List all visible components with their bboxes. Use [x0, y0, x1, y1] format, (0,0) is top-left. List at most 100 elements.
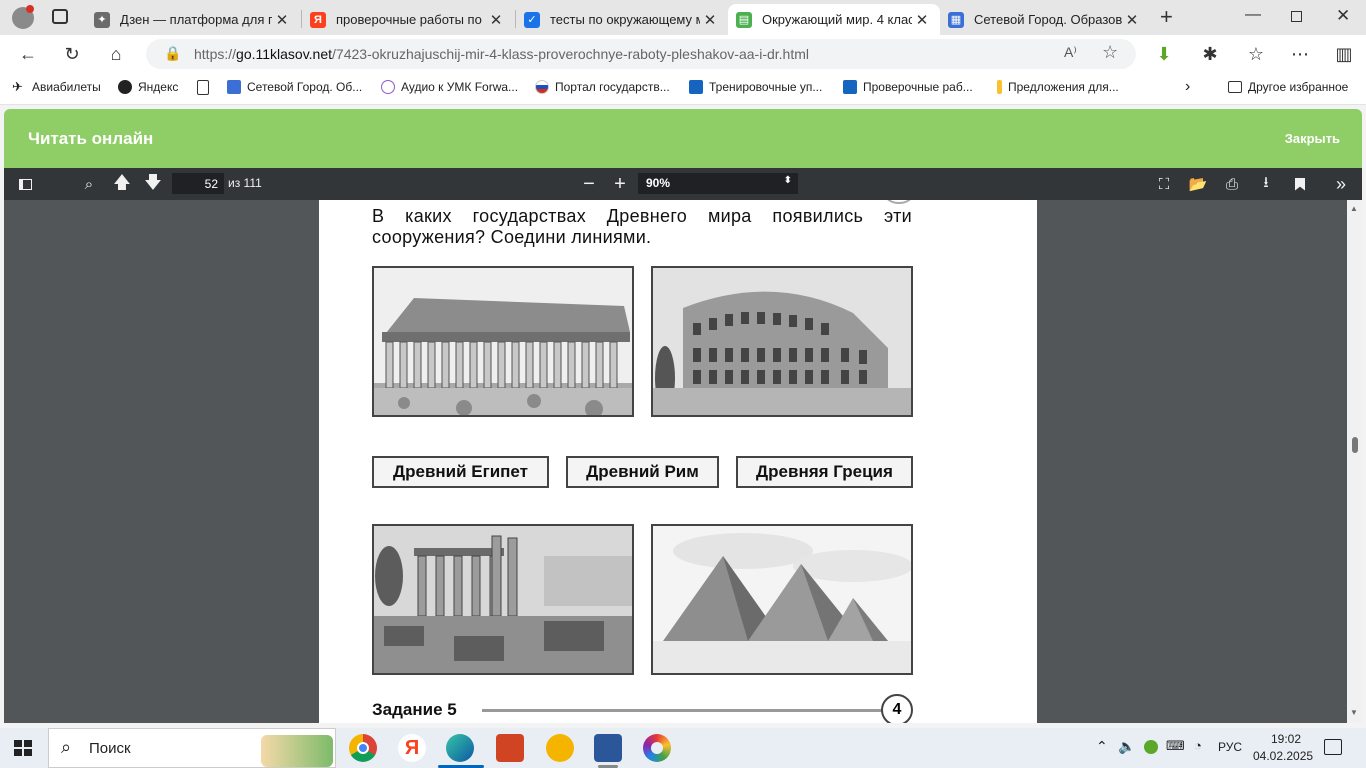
grid-icon: [227, 80, 241, 94]
search-icon[interactable]: ⌕: [78, 173, 100, 195]
bookmark-icon[interactable]: [1289, 173, 1311, 195]
clock-time[interactable]: 19:02: [1266, 732, 1306, 746]
next-page-icon[interactable]: 🡇: [142, 173, 164, 195]
favorite-other-folder[interactable]: Другое избранное: [1228, 80, 1348, 94]
more-menu-icon[interactable]: ⋯: [1286, 41, 1314, 67]
print-icon[interactable]: ⎙: [1221, 173, 1243, 195]
tray-app-icon[interactable]: [1144, 740, 1158, 754]
tab-actions-icon[interactable]: [52, 9, 68, 24]
extensions-icon[interactable]: ✱: [1196, 41, 1224, 67]
favorite-document[interactable]: [197, 80, 215, 95]
page-number-input[interactable]: [172, 173, 224, 194]
tab-title: проверочные работы по ок: [336, 12, 486, 27]
sidebar-toggle-icon[interactable]: [14, 173, 36, 195]
close-tab-icon[interactable]: ✕: [486, 11, 506, 29]
scroll-up-arrow-icon[interactable]: ▲: [1350, 204, 1358, 213]
yandex-browser-app-icon[interactable]: Я: [398, 734, 426, 762]
minimize-button[interactable]: —: [1245, 6, 1261, 24]
favorite-predlozheniya[interactable]: Предложения для...: [997, 80, 1119, 94]
sidebar-toggle-icon[interactable]: ▥: [1330, 41, 1358, 67]
reload-button[interactable]: ↻: [58, 41, 86, 67]
color-app-icon[interactable]: [643, 734, 671, 762]
book-icon: [689, 80, 703, 94]
favorite-audio-umk[interactable]: Аудио к УМК Forwa...: [381, 80, 518, 94]
close-tab-icon[interactable]: ✕: [272, 11, 292, 29]
scroll-thumb[interactable]: [1352, 437, 1358, 453]
task-divider: [482, 709, 882, 712]
previous-page-icon[interactable]: 🡅: [111, 173, 133, 195]
start-button[interactable]: [14, 740, 32, 756]
profile-avatar[interactable]: [12, 5, 34, 29]
document-icon: [197, 80, 209, 95]
task-label: Задание 5: [372, 700, 457, 719]
favorite-yandex[interactable]: Яндекс: [118, 80, 178, 94]
zoom-out-icon[interactable]: −: [578, 173, 600, 195]
favorites-icon[interactable]: ☆: [1242, 41, 1270, 67]
volume-icon[interactable]: 🔈: [1118, 738, 1135, 755]
address-bar[interactable]: 🔒 https://go.11klasov.net/7423-okruzhaju…: [146, 39, 1136, 69]
favorite-trenirovochnye[interactable]: Тренировочные уп...: [689, 80, 822, 94]
input-language[interactable]: РУС: [1218, 740, 1242, 754]
tab-title: тесты по окружающему ми: [550, 12, 700, 27]
clock-date[interactable]: 04.02.2025: [1253, 749, 1313, 763]
download-extension-icon[interactable]: ⬇: [1150, 41, 1178, 67]
roman-forum-photo: [372, 524, 634, 675]
windows-taskbar: ⌕ Поиск Я ⌃ 🔈 ⌨ ◔ РУС 19:02 04.02.2025: [0, 728, 1366, 768]
pdf-viewport[interactable]: В каких государствах Древнего мира появи…: [4, 200, 1362, 723]
tray-chevron-icon[interactable]: ⌃: [1096, 738, 1108, 755]
fullscreen-icon[interactable]: ⛶: [1153, 173, 1175, 195]
label-ancient-greece: Древняя Греция: [736, 456, 913, 488]
favorite-gosuslugi[interactable]: Портал государств...: [535, 80, 670, 94]
close-window-button[interactable]: ✕: [1336, 6, 1350, 26]
new-tab-button[interactable]: +: [1160, 4, 1173, 30]
check-favicon-icon: ✓: [524, 11, 540, 28]
parthenon-photo: [372, 266, 634, 417]
site-info-icon[interactable]: 🔒: [164, 45, 181, 62]
tab-dzen[interactable]: ✦ Дзен — платформа для пр ✕: [86, 4, 300, 35]
search-highlight-illustration: [261, 735, 333, 767]
scroll-down-arrow-icon[interactable]: ▼: [1350, 708, 1358, 717]
powerpoint-app-icon[interactable]: [496, 734, 524, 762]
fun-app-icon[interactable]: [546, 734, 574, 762]
tab-active-okruzhayushchiy-mir[interactable]: ▤ Окружающий мир. 4 класс ✕: [728, 4, 940, 35]
close-tab-icon[interactable]: ✕: [700, 11, 720, 29]
network-icon[interactable]: ◔: [1194, 738, 1202, 753]
open-file-icon[interactable]: 📂: [1187, 173, 1209, 195]
restore-button[interactable]: [1291, 11, 1302, 22]
favorites-overflow-chevron-icon[interactable]: ›: [1185, 78, 1190, 96]
word-app-icon[interactable]: [594, 734, 622, 762]
search-icon: ⌕: [61, 737, 72, 757]
dzen-favicon-icon: ✦: [94, 11, 110, 28]
notifications-icon[interactable]: [1324, 739, 1342, 755]
favorite-setevoy-gorod[interactable]: Сетевой Город. Об...: [227, 80, 362, 94]
favorite-star-icon[interactable]: ☆: [1102, 42, 1118, 63]
taskbar-search-box[interactable]: ⌕ Поиск: [48, 728, 336, 768]
zoom-in-icon[interactable]: +: [609, 173, 631, 195]
tab-yandex-search[interactable]: Я проверочные работы по ок ✕: [302, 4, 514, 35]
favorite-aviabilety[interactable]: ✈ Авиабилеты: [12, 80, 101, 95]
reader-header: Читать онлайн Закрыть: [4, 109, 1362, 168]
page-scrollbar[interactable]: ▲ ▼: [1347, 200, 1362, 723]
favorite-proverochnye[interactable]: Проверочные раб...: [843, 80, 973, 94]
read-aloud-icon[interactable]: A⁾: [1064, 44, 1077, 61]
pyramids-photo: [651, 524, 913, 675]
close-tab-icon[interactable]: ✕: [1122, 11, 1142, 29]
favorites-bar: ✈ Авиабилеты Яндекс Сетевой Город. Об... …: [0, 73, 1366, 105]
download-icon[interactable]: ⭳: [1255, 173, 1277, 195]
url-text: https://go.11klasov.net/7423-okruzhajusc…: [194, 46, 809, 62]
yandex-favicon-icon: Я: [310, 11, 326, 28]
keyboard-icon[interactable]: ⌨: [1166, 738, 1185, 754]
home-button[interactable]: ⌂: [102, 41, 130, 67]
close-reader-link[interactable]: Закрыть: [1285, 131, 1340, 146]
close-tab-icon[interactable]: ✕: [912, 11, 932, 29]
back-button[interactable]: ←: [14, 41, 42, 67]
chrome-app-icon[interactable]: [349, 734, 377, 762]
zoom-select[interactable]: 90% ⬍: [638, 173, 798, 194]
gov-icon: [535, 80, 549, 94]
tab-tests[interactable]: ✓ тесты по окружающему ми ✕: [516, 4, 728, 35]
tools-expand-icon[interactable]: »: [1330, 173, 1352, 195]
page-corner-circle: [885, 200, 913, 204]
edge-app-icon[interactable]: [446, 734, 474, 762]
tab-setevoy-gorod[interactable]: ▦ Сетевой Город. Образован ✕: [940, 4, 1150, 35]
task-number-badge: 4: [881, 694, 913, 723]
